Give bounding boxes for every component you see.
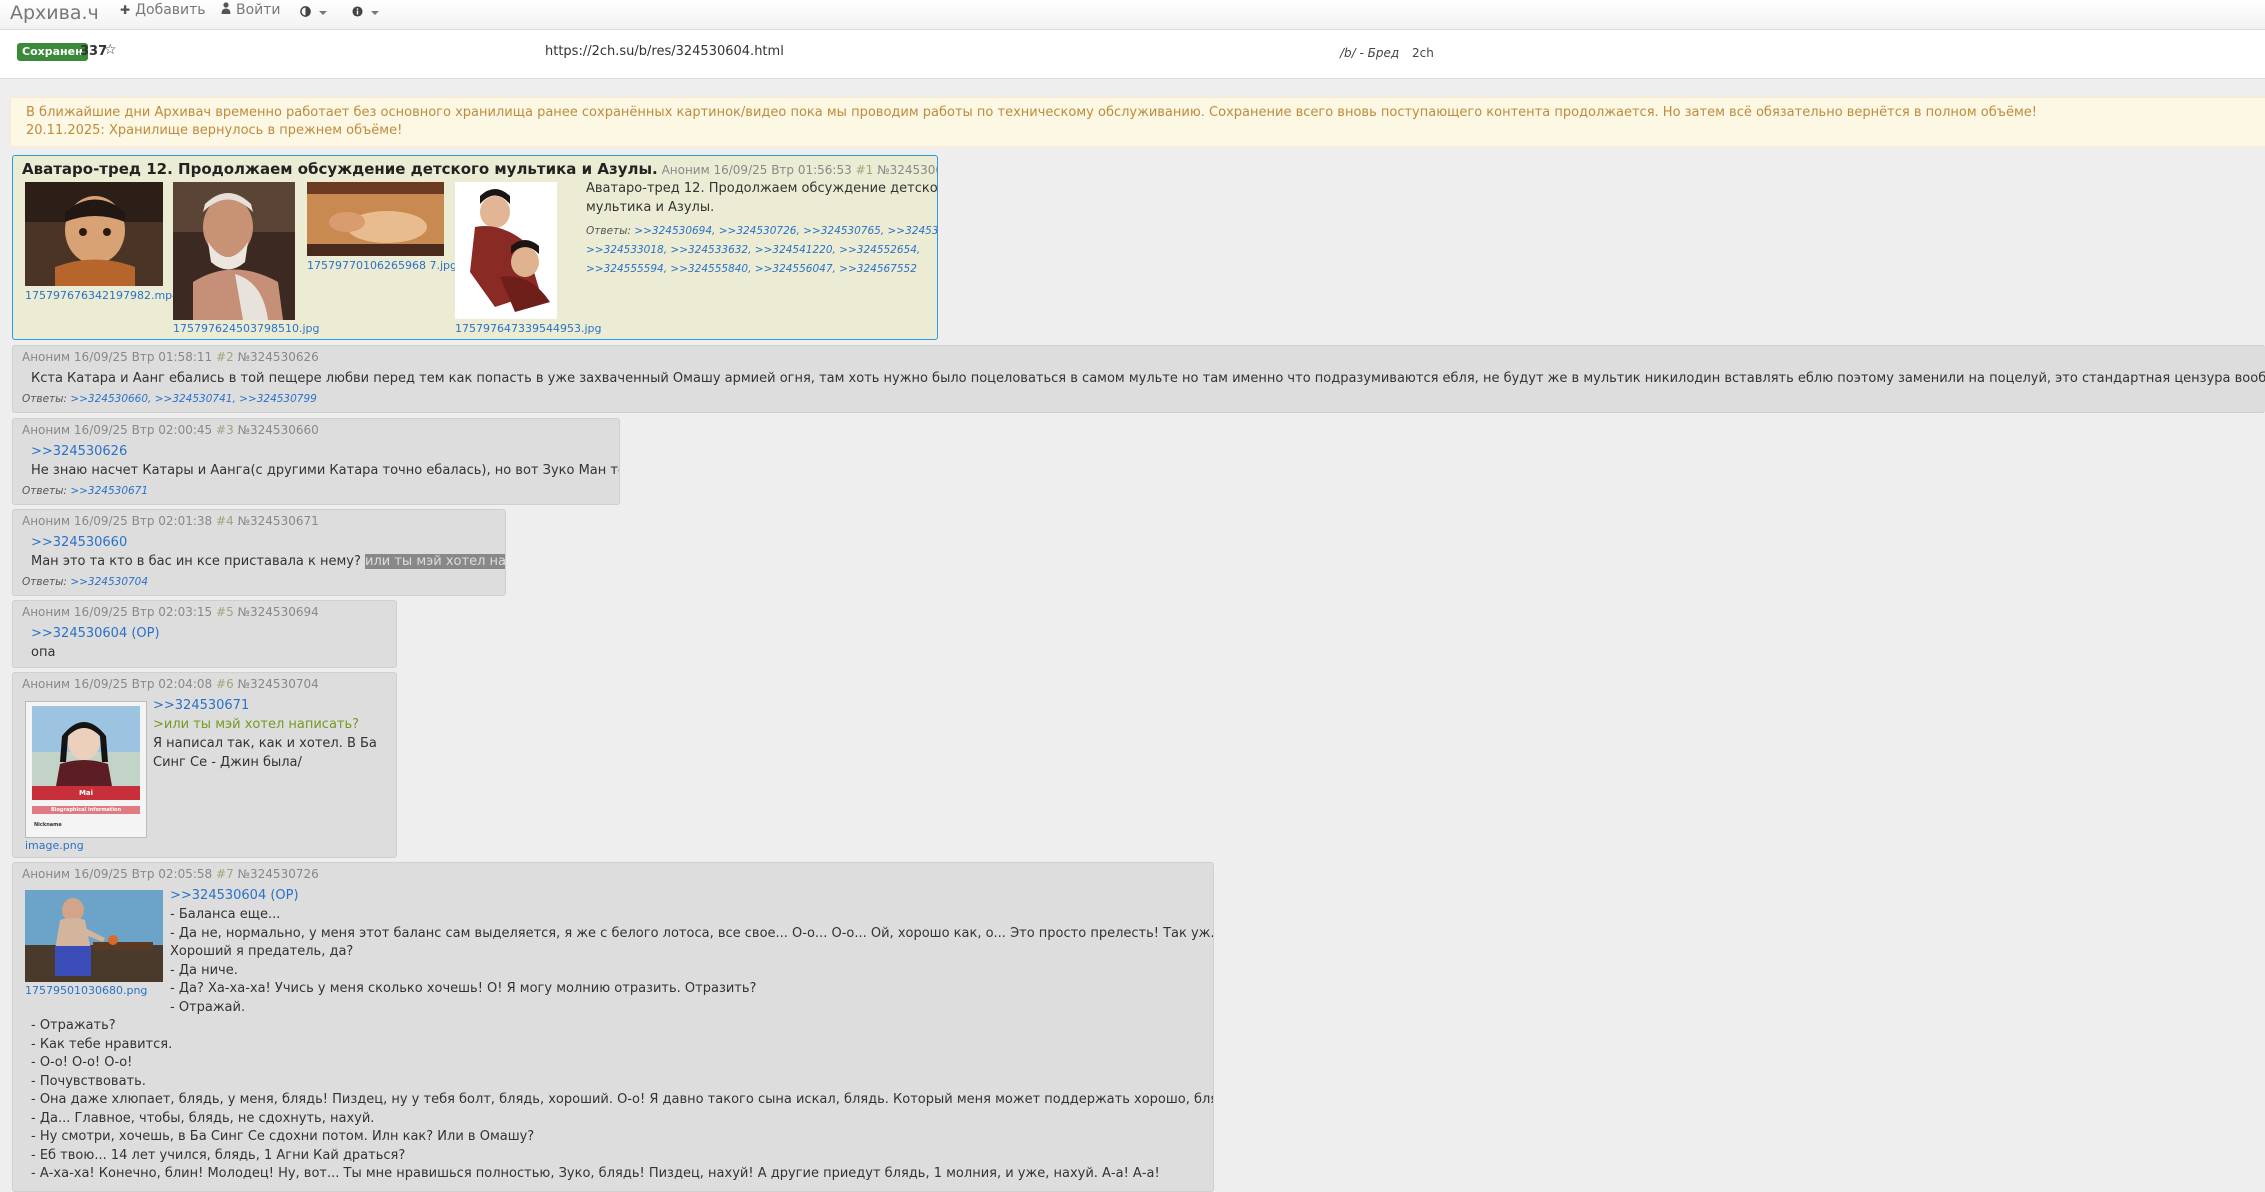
post-number[interactable]: №324530704: [238, 677, 319, 691]
navbar: Архива.ч ✚ Добавить Войти: [0, 0, 2265, 30]
saved-badge: Сохранен: [17, 43, 88, 61]
reply-post: Аноним 16/09/25 Втр 02:04:08 #6 №3245307…: [12, 672, 397, 858]
thread-info-bar: Сохранен 337 ☆ https://2ch.su/b/res/3245…: [0, 30, 2265, 79]
post-date: 16/09/25 Втр 01:56:53: [713, 163, 852, 177]
image-thumbnail[interactable]: [173, 182, 295, 320]
contrast-icon: [300, 5, 315, 21]
image-thumbnail[interactable]: [455, 182, 557, 319]
add-label: Добавить: [135, 2, 206, 18]
reply-links[interactable]: >>324530694, >>324530726, >>324530765, >…: [634, 225, 937, 237]
reply-links[interactable]: >>324530660, >>324530741, >>324530799: [70, 393, 317, 405]
post-index[interactable]: #5: [216, 605, 234, 619]
user-icon: [221, 0, 231, 20]
reply-post: Аноним 16/09/25 Втр 02:03:15 #5 №3245306…: [12, 600, 397, 668]
caret-down-icon: [371, 11, 380, 15]
post-text: - Баланса еще... - Да не, нормально, у м…: [170, 907, 1214, 1015]
post-text-continued: - Отражать? - Как тебе нравится. - О-о! …: [31, 1018, 1214, 1181]
post-number[interactable]: №324530604: [877, 163, 937, 177]
post-index[interactable]: #6: [216, 677, 234, 691]
source-name: 2ch: [1412, 46, 1434, 60]
post-answers: Ответы: >>324530660, >>324530741, >>3245…: [22, 393, 317, 405]
post-index[interactable]: #1: [856, 163, 874, 177]
image-thumbnail[interactable]: [25, 890, 163, 982]
reply-links[interactable]: >>324530704: [70, 576, 148, 588]
post-author: Аноним: [22, 605, 71, 619]
thread-title: Аватаро-тред 12. Продолжаем обсуждение д…: [22, 160, 658, 178]
post-number[interactable]: №324530660: [238, 423, 319, 437]
post-text: опа: [31, 645, 56, 660]
post-number[interactable]: №324530726: [238, 867, 319, 881]
maintenance-alert: В ближайшие дни Архивач временно работае…: [10, 97, 2265, 147]
post-text: Аватаро-тред 12. Продолжаем обсуждение д…: [586, 181, 938, 215]
post-number[interactable]: №324530694: [238, 605, 319, 619]
file-link[interactable]: 175797676342197982.mp4: [25, 289, 179, 302]
post-text: Не знаю насчет Катары и Аанга(с другими …: [31, 463, 619, 478]
post-date: 16/09/25 Втр 01:58:11: [73, 350, 213, 364]
post-index[interactable]: #2: [216, 350, 234, 364]
post-date: 16/09/25 Втр 02:01:38: [73, 514, 213, 528]
post-date: 16/09/25 Втр 02:00:45: [73, 423, 213, 437]
reply-post: Аноним 16/09/25 Втр 02:00:45 #3 №3245306…: [12, 418, 620, 505]
reply-link[interactable]: >>324530671: [153, 697, 249, 716]
reply-post: Аноним 16/09/25 Втр 02:01:38 #4 №3245306…: [12, 509, 506, 596]
file-link[interactable]: 17579770106265968 7.jpg: [307, 259, 457, 272]
brand-logo[interactable]: Архива.ч: [10, 0, 99, 26]
alert-line-2: 20.11.2025: Хранилище вернулось в прежне…: [26, 123, 403, 138]
video-thumbnail[interactable]: [25, 182, 163, 286]
post-number[interactable]: №324530626: [238, 350, 319, 364]
post-author: Аноним: [22, 423, 71, 437]
file-link[interactable]: image.png: [25, 839, 84, 852]
reply-links[interactable]: >>324533018, >>324533632, >>324541220, >…: [586, 244, 920, 256]
greentext-quote: >или ты мэй хотел написать?: [153, 717, 360, 732]
post-date: 16/09/25 Втр 02:05:58: [73, 867, 213, 881]
info-icon: [352, 5, 367, 21]
post-text: Кста Катара и Аанг ебались в той пещере …: [31, 371, 2265, 386]
theme-dropdown[interactable]: [300, 3, 328, 23]
post-text: Ман это та кто в бас ин ксе приставала к…: [31, 553, 505, 572]
post-author: Аноним: [661, 163, 710, 177]
board-name: /b/ - Бред: [1340, 46, 1400, 60]
post-author: Аноним: [22, 867, 71, 881]
reply-link[interactable]: >>324530604 (OP): [170, 887, 299, 906]
file-link[interactable]: 175797647339544953.jpg: [455, 322, 602, 335]
post-author: Аноним: [22, 350, 71, 364]
image-thumbnail[interactable]: [307, 182, 444, 256]
reply-links[interactable]: >>324530671: [70, 485, 148, 497]
post-answers: Ответы: >>324530671: [22, 485, 149, 497]
post-author: Аноним: [22, 514, 71, 528]
login-label: Войти: [236, 2, 281, 18]
image-thumbnail[interactable]: Mai Biographical information Nickname: [25, 701, 147, 838]
reply-post: Аноним 16/09/25 Втр 01:58:11 #2 №3245306…: [12, 345, 2265, 413]
file-link[interactable]: 17579501030680.png: [25, 984, 147, 997]
mai-caption: Mai: [78, 789, 94, 797]
spoiler-text[interactable]: или ты мэй хотел написать?: [365, 554, 505, 569]
post-date: 16/09/25 Втр 02:04:08: [73, 677, 213, 691]
post-index[interactable]: #7: [216, 867, 234, 881]
post-date: 16/09/25 Втр 02:03:15: [73, 605, 213, 619]
post-author: Аноним: [22, 677, 71, 691]
post-answers: Ответы: >>324530694, >>324530726, >>3245…: [586, 222, 937, 279]
reply-link[interactable]: >>324530626: [31, 443, 127, 462]
caret-down-icon: [319, 11, 328, 15]
info-dropdown[interactable]: [352, 3, 380, 23]
post-index[interactable]: #3: [216, 423, 234, 437]
post-number[interactable]: №324530671: [238, 514, 319, 528]
mai-info: Biographical information: [50, 807, 122, 813]
alert-line-1: В ближайшие дни Архивач временно работае…: [26, 105, 2037, 120]
post-answers: Ответы: >>324530704: [22, 576, 149, 588]
post-index[interactable]: #4: [216, 514, 234, 528]
add-button[interactable]: ✚ Добавить: [120, 0, 206, 20]
post-text: Я написал так, как и хотел. В Ба Синг Се…: [153, 736, 377, 770]
favorite-star-icon[interactable]: ☆: [104, 42, 117, 58]
op-post: Аватаро-тред 12. Продолжаем обсуждение д…: [12, 155, 938, 340]
plus-icon: ✚: [120, 3, 131, 17]
mai-nickname: Nickname: [34, 822, 62, 828]
login-button[interactable]: Войти: [221, 0, 281, 20]
file-link[interactable]: 175797624503798510.jpg: [173, 322, 320, 335]
reply-links[interactable]: >>324555594, >>324555840, >>324556047, >…: [586, 263, 917, 275]
thread-url-link[interactable]: https://2ch.su/b/res/324530604.html: [545, 44, 784, 59]
reply-link[interactable]: >>324530604 (OP): [31, 625, 160, 644]
reply-post: Аноним 16/09/25 Втр 02:05:58 #7 №3245307…: [12, 862, 1214, 1192]
reply-link[interactable]: >>324530660: [31, 534, 127, 553]
